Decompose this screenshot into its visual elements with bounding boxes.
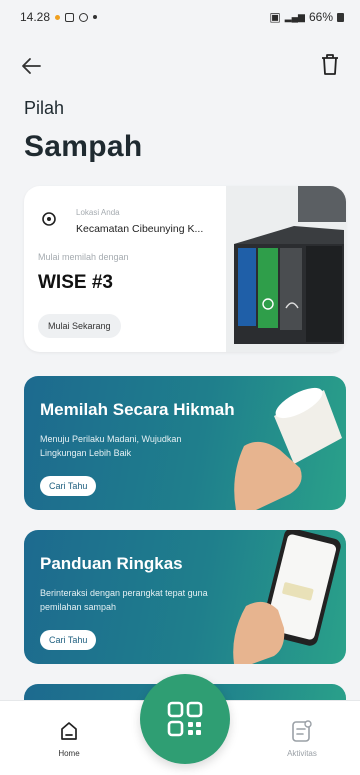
sorting-bin-illustration [226,186,346,352]
scan-qr-button[interactable] [140,674,230,764]
trash-icon [322,54,338,75]
nav-activity-label: Aktivitas [287,749,317,758]
hand-phone-illustration [233,530,341,664]
status-time: 14.28 [20,10,51,24]
battery-icon [337,12,344,22]
location-label: Lokasi Anda [76,208,120,217]
banner-title: Panduan Ringkas [40,554,183,573]
back-arrow-icon [22,58,41,74]
notification-dot-icon [55,14,61,20]
learn-more-button[interactable]: Cari Tahu [40,476,97,496]
hand-cup-illustration [234,387,342,510]
nav-activity[interactable]: Aktivitas [274,715,330,767]
nav-home-label: Home [58,749,80,758]
qr-code-icon [167,701,203,737]
home-icon [61,722,77,740]
top-bar [0,50,360,82]
battery-percent: 66% [308,10,333,24]
start-now-button[interactable]: Mulai Sekarang [38,314,121,338]
nav-home[interactable]: Home [46,715,92,767]
banner-subtitle: Berinteraksi dengan perangkat tepat guna… [40,588,208,612]
status-bar: 14.28 ▣ ▂▄▆ 66% [0,0,360,34]
device-name: WISE #3 [38,272,113,293]
location-card: Lokasi Anda Kecamatan Cibeunying K... Mu… [24,186,346,352]
start-label: Mulai memilah dengan [38,252,129,262]
more-dot-icon [93,15,98,19]
delete-button[interactable] [318,52,342,78]
location-value[interactable]: Kecamatan Cibeunying K... [76,223,203,235]
banner-subtitle: Menuju Perilaku Madani, Wujudkan Lingkun… [40,434,182,458]
banner-title: Memilah Secara Hikmah [40,400,235,419]
banner-quick-guide[interactable]: Panduan Ringkas Berinteraksi dengan pera… [24,530,346,664]
calendar-icon [65,12,75,22]
status-left: 14.28 [20,10,98,24]
back-button[interactable] [18,54,46,78]
location-pin-icon [42,212,56,226]
page-subtitle: Pilah [24,98,65,118]
image-icon [79,12,89,22]
signal-icon: ▂▄▆ [284,11,305,22]
alarm-icon: ▣ [269,10,281,24]
activity-icon [292,720,312,742]
status-right: ▣ ▂▄▆ 66% [269,10,344,24]
page-title: Sampah [24,130,143,163]
learn-more-button[interactable]: Cari Tahu [40,630,97,650]
banner-sort-wisely[interactable]: Memilah Secara Hikmah Menuju Perilaku Ma… [24,376,346,510]
